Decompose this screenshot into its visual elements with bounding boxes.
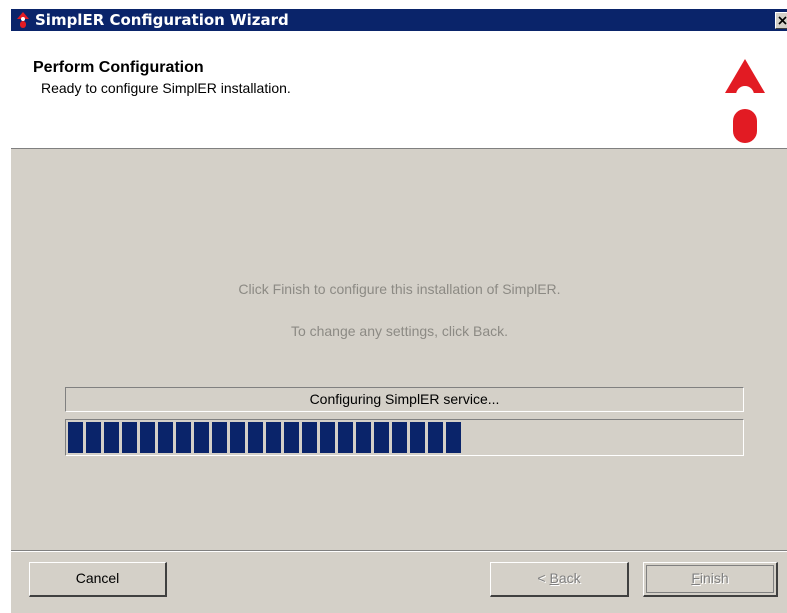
progress-status-text: Configuring SimplER service... xyxy=(65,387,744,412)
brand-logo-icon xyxy=(725,59,765,143)
cancel-button-label: Cancel xyxy=(75,570,120,586)
close-button[interactable] xyxy=(775,12,787,29)
cancel-button[interactable]: Cancel xyxy=(29,562,167,597)
wizard-window: SimplER Configuration Wizard Perform Con… xyxy=(10,9,787,613)
back-arrow: < xyxy=(537,570,546,586)
page-subtitle: Ready to configure SimplER installation. xyxy=(41,80,291,96)
close-icon xyxy=(778,16,787,25)
window-title: SimplER Configuration Wizard xyxy=(35,11,289,29)
instruction-back: To change any settings, click Back. xyxy=(290,323,509,339)
app-logo-icon xyxy=(17,12,29,28)
finish-mnemonic: F xyxy=(691,570,700,586)
header-panel: Perform Configuration Ready to configure… xyxy=(11,31,787,149)
instruction-finish: Click Finish to configure this installat… xyxy=(238,281,561,297)
back-mnemonic: B xyxy=(549,570,559,586)
button-separator xyxy=(11,550,787,552)
finish-button-label: inish xyxy=(699,570,729,586)
title-bar[interactable]: SimplER Configuration Wizard xyxy=(11,9,787,31)
back-button[interactable]: < Back xyxy=(490,562,629,597)
back-button-label: ack xyxy=(558,570,581,586)
finish-button[interactable]: Finish xyxy=(643,562,778,597)
progress-bar xyxy=(65,419,744,456)
page-title: Perform Configuration xyxy=(33,59,204,76)
progress-bar-fill xyxy=(68,422,461,453)
